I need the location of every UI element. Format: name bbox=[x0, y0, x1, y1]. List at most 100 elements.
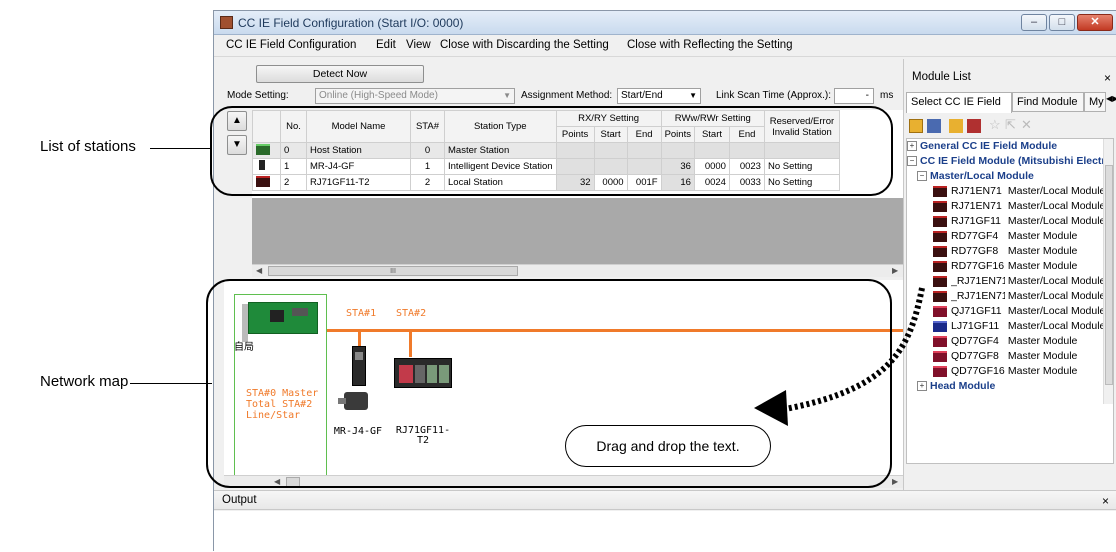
tab-scroll-icon[interactable]: ◀▶ bbox=[1106, 94, 1116, 103]
menu-cc-ie-field-configuration[interactable]: CC IE Field Configuration bbox=[226, 39, 356, 51]
tree-scroll-thumb[interactable] bbox=[1105, 165, 1113, 385]
output-close-button[interactable]: × bbox=[1102, 494, 1109, 508]
menu-close-reflect[interactable]: Close with Reflecting the Setting bbox=[627, 39, 793, 51]
scroll-left-icon[interactable]: ◀ bbox=[274, 477, 280, 486]
master-info-line-2: Total STA#2 bbox=[246, 399, 313, 410]
module-list-close-button[interactable]: × bbox=[1104, 71, 1111, 85]
link-scan-time-label: Link Scan Time (Approx.): bbox=[716, 90, 832, 101]
tab-find-module[interactable]: Find Module bbox=[1012, 92, 1084, 112]
tree-item-module[interactable]: RD77GF8 Master Module bbox=[933, 244, 1077, 259]
collapse-all-icon[interactable] bbox=[967, 119, 981, 133]
network-drop-sta2 bbox=[409, 329, 412, 357]
tree-item-module[interactable]: _RJ71EN71 Master/Local Module bbox=[933, 274, 1105, 289]
tree-item-module[interactable]: RD77GF4 Master Module bbox=[933, 229, 1077, 244]
col-sta[interactable]: STA# bbox=[410, 110, 445, 143]
plc-module-icon bbox=[933, 185, 947, 197]
tree-item-module[interactable]: RJ71EN71 Master/Local Module bbox=[933, 184, 1105, 199]
add-favorite-icon[interactable]: ⇱ bbox=[1005, 117, 1016, 133]
delete-icon[interactable]: ✕ bbox=[1021, 117, 1032, 133]
tree-item-module[interactable]: RJ71EN71 Master/Local Module bbox=[933, 199, 1105, 214]
window-title: CC IE Field Configuration (Start I/O: 00… bbox=[238, 16, 464, 30]
col-rxry-setting: RX/RY Setting bbox=[555, 110, 662, 127]
tree-item-module[interactable]: LJ71GF11 Master/Local Module bbox=[933, 319, 1105, 334]
col-reserved-error[interactable]: Reserved/Error Invalid Station bbox=[763, 110, 840, 143]
collapse-icon[interactable]: − bbox=[917, 171, 927, 182]
network-map-callout: Network map bbox=[40, 373, 129, 390]
scroll-thumb[interactable]: III bbox=[268, 266, 518, 276]
assignment-method-select[interactable]: Start/End ▼ bbox=[617, 88, 701, 104]
favorite-star-icon[interactable]: ☆ bbox=[989, 117, 1001, 133]
maximize-button[interactable]: □ bbox=[1049, 14, 1075, 31]
assignment-method-label: Assignment Method: bbox=[521, 90, 613, 101]
chevron-down-icon: ▼ bbox=[503, 91, 511, 100]
mode-setting-select[interactable]: Online (High-Speed Mode) ▼ bbox=[315, 88, 515, 104]
collapse-icon[interactable]: − bbox=[907, 156, 917, 167]
list-of-stations-callout: List of stations bbox=[40, 138, 136, 155]
plc-rack-device[interactable] bbox=[394, 358, 452, 388]
close-button[interactable]: ✕ bbox=[1077, 14, 1113, 31]
plc-module-icon bbox=[933, 260, 947, 272]
tree-item-module[interactable]: RD77GF16 Master Module bbox=[933, 259, 1077, 274]
tree-item-module[interactable]: _RJ71EN71 Master/Local Module bbox=[933, 289, 1105, 304]
drag-arrow-icon bbox=[754, 287, 925, 426]
col-no[interactable]: No. bbox=[280, 110, 307, 143]
drag-arrow-head bbox=[754, 390, 788, 426]
tab-my-favorites[interactable]: My bbox=[1084, 92, 1106, 112]
servo-station-icon bbox=[252, 158, 281, 175]
move-down-button[interactable]: ▼ bbox=[227, 135, 247, 155]
expand-all-icon[interactable] bbox=[949, 119, 963, 133]
tree-scrollbar[interactable] bbox=[1103, 139, 1113, 404]
table-row[interactable]: 2 RJ71GF11-T2 2 Local Station 32 0000 00… bbox=[252, 174, 840, 191]
output-pane-header: Output × bbox=[214, 490, 1116, 510]
detect-now-button[interactable]: Detect Now bbox=[256, 65, 424, 83]
tab-select-cc-ie-field[interactable]: Select CC IE Field bbox=[906, 92, 1012, 113]
host-station-label: 自局 bbox=[234, 342, 254, 353]
tree-item-module[interactable]: RJ71GF11 Master/Local Module bbox=[933, 214, 1105, 229]
module-list-title: Module List bbox=[912, 71, 971, 83]
host-module-image bbox=[242, 300, 318, 342]
menu-edit[interactable]: Edit bbox=[376, 39, 396, 51]
sta2-label: STA#2 bbox=[396, 308, 427, 319]
tree-item-module[interactable]: QD77GF4 Master Module bbox=[933, 334, 1077, 349]
scroll-thumb[interactable] bbox=[286, 477, 300, 487]
tree-item-module[interactable]: QJ71GF11 Master/Local Module bbox=[933, 304, 1105, 319]
cc-ie-field-configuration-window: CC IE Field Configuration (Start I/O: 00… bbox=[213, 10, 1116, 552]
minimize-button[interactable]: – bbox=[1021, 14, 1047, 31]
network-map-callout-line bbox=[130, 383, 212, 384]
menu-close-discard[interactable]: Close with Discarding the Setting bbox=[440, 39, 609, 51]
col-model-name[interactable]: Model Name bbox=[306, 110, 411, 143]
module-list-toolbar: ☆ ⇱ ✕ bbox=[907, 117, 1111, 135]
col-rx-end: End bbox=[626, 126, 662, 143]
drag-arrow-path bbox=[779, 287, 925, 413]
menu-view[interactable]: View bbox=[406, 39, 431, 51]
sort-alphabetical-icon[interactable] bbox=[927, 119, 941, 133]
menu-bar: CC IE Field Configuration Edit View Clos… bbox=[214, 35, 1116, 57]
table-row[interactable]: 1 MR-J4-GF 1 Intelligent Device Station … bbox=[252, 158, 840, 175]
col-station-type[interactable]: Station Type bbox=[444, 110, 557, 143]
station-list-empty-area bbox=[252, 198, 904, 264]
sort-by-category-icon[interactable] bbox=[909, 119, 923, 133]
plc-module-icon bbox=[933, 200, 947, 212]
scroll-left-icon[interactable]: ◀ bbox=[256, 266, 262, 275]
expand-icon[interactable]: + bbox=[907, 141, 917, 152]
tree-category-mitsubishi[interactable]: − CC IE Field Module (Mitsubishi Electric… bbox=[907, 154, 1113, 169]
tree-item-module[interactable]: QD77GF8 Master Module bbox=[933, 349, 1077, 364]
plc-station-icon bbox=[252, 174, 281, 191]
tree-category-master-local[interactable]: − Master/Local Module bbox=[917, 169, 1034, 184]
scroll-right-icon[interactable]: ▶ bbox=[892, 266, 898, 275]
network-map-scrollbar[interactable]: ◀ ▶ bbox=[224, 475, 904, 488]
sta1-label: STA#1 bbox=[346, 308, 377, 319]
output-title: Output bbox=[222, 494, 257, 506]
servo-amplifier-device[interactable] bbox=[336, 340, 376, 422]
station-list-scrollbar[interactable]: ◀ III ▶ bbox=[252, 264, 904, 277]
link-scan-time-field: - bbox=[834, 88, 874, 104]
table-row[interactable]: 0 Host Station 0 Master Station bbox=[252, 142, 840, 159]
move-up-button[interactable]: ▲ bbox=[227, 111, 247, 131]
tree-category-general[interactable]: + General CC IE Field Module bbox=[907, 139, 1057, 154]
list-of-stations-callout-line bbox=[150, 148, 212, 149]
scroll-right-icon[interactable]: ▶ bbox=[892, 477, 898, 486]
tree-item-module[interactable]: QD77GF16 Master Module bbox=[933, 364, 1077, 379]
device-label-servo: MR-J4-GF bbox=[333, 426, 383, 437]
app-icon bbox=[220, 16, 233, 29]
col-rw-start: Start bbox=[693, 126, 730, 143]
